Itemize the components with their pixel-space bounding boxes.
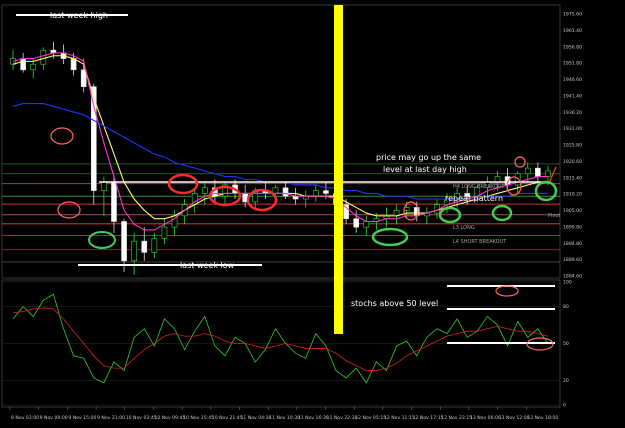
stoch-tick-label: 100 — [563, 280, 572, 286]
candle-body — [353, 218, 360, 228]
level-label-l3-long: L3 LONG — [453, 225, 475, 231]
stoch-tick-label: 80 — [563, 304, 569, 310]
candle-body — [161, 226, 168, 239]
price-tick-label: 1884.60 — [563, 274, 582, 280]
price-tick-label: 1951.80 — [563, 61, 582, 67]
time-tick-label: 10 Nov 09:45 — [154, 415, 185, 421]
candle-body — [524, 167, 531, 175]
candle-body — [363, 221, 370, 228]
time-tick-label: 8 Nov 03:00 — [11, 415, 39, 421]
annotation-price-note-2: level at last day high — [383, 165, 467, 174]
candle-body — [20, 58, 26, 71]
time-tick-label: 12 Nov 11:15 — [384, 415, 415, 421]
candle-body — [111, 181, 117, 222]
price-tick-label: 1956.80 — [563, 44, 582, 50]
chart-background — [0, 0, 625, 428]
level-label-pivot: Pivot — [548, 213, 560, 219]
time-tick-label: 11 Nov 22:30 — [327, 415, 358, 421]
candle-body — [535, 167, 541, 177]
time-tick-label: 12 Nov 17:15 — [413, 415, 444, 421]
candle-body — [151, 238, 158, 253]
time-tick-label: 11 Nov 16:30 — [298, 415, 329, 421]
time-tick-label: 13 Nov 18:00 — [527, 415, 558, 421]
annotation-repeat-pattern: repeat pattern — [445, 194, 503, 203]
annotation-stochs: stochs above 50 level — [351, 299, 438, 308]
price-tick-label: 1931.00 — [563, 126, 582, 132]
time-tick-label: 13 Nov 12:00 — [499, 415, 530, 421]
time-tick-label: 10 Nov 15:45 — [183, 415, 214, 421]
time-tick-label: 9 Nov 09:00 — [40, 415, 68, 421]
candle-body — [272, 187, 279, 194]
time-tick-label: 12 Nov 05:15 — [355, 415, 386, 421]
candle-body — [323, 190, 329, 194]
candle-body — [40, 49, 47, 65]
price-tick-label: 1889.60 — [563, 257, 582, 263]
candle-body — [121, 221, 127, 262]
time-tick-label: 13 Nov 06:00 — [470, 415, 501, 421]
candle-body — [545, 170, 551, 177]
price-tick-label: 1905.00 — [563, 208, 582, 214]
price-tick-label: 1936.20 — [563, 110, 582, 116]
annotation-price-note-1: price may go up the same — [376, 153, 481, 162]
candle-body — [141, 240, 148, 253]
candle-body — [101, 181, 107, 191]
level-label-l4-short: L4 SHORT BREAKOUT — [453, 239, 507, 245]
stoch-tick-label: 50 — [563, 341, 569, 347]
stoch-tick-label: 0 — [563, 403, 566, 409]
candle-body — [313, 190, 319, 197]
level-label-h4-long: H4 LONG BREAKOUT — [453, 184, 505, 190]
price-tick-label: 1910.20 — [563, 192, 582, 198]
time-tick-label: 12 Nov 23:15 — [441, 415, 472, 421]
time-tick-label: 9 Nov 15:00 — [68, 415, 96, 421]
price-tick-label: 1961.40 — [563, 28, 582, 34]
price-tick-label: 1920.60 — [563, 159, 582, 165]
price-tick-label: 1925.80 — [563, 143, 582, 149]
candle-body — [80, 69, 87, 87]
price-tick-label: 1915.40 — [563, 175, 582, 181]
time-tick-label: 11 Nov 04:30 — [240, 415, 271, 421]
candle-body — [70, 58, 77, 71]
price-tick-label: 1894.80 — [563, 241, 582, 247]
price-tick-label: 1941.40 — [563, 93, 582, 99]
annotation-last-week-low: last week low — [180, 261, 235, 270]
annotation-last-week-high: last week high — [50, 11, 108, 20]
candle-body — [30, 63, 37, 71]
candle-body — [201, 187, 208, 194]
stoch-tick-label: 20 — [563, 378, 569, 384]
time-tick-label: 10 Nov 21:45 — [212, 415, 243, 421]
candle-body — [131, 240, 137, 262]
price-tick-label: 1899.80 — [563, 224, 582, 230]
yellow-vertical-marker — [334, 5, 343, 334]
candle-body — [282, 187, 289, 197]
time-tick-label: 9 Nov 21:00 — [97, 415, 125, 421]
price-tick-label: 1946.60 — [563, 77, 582, 83]
time-tick-label: 10 Nov 03:45 — [126, 415, 157, 421]
time-tick-label: 11 Nov 10:30 — [269, 415, 300, 421]
price-chart[interactable]: 1975.60 1961.40 1956.80 1951.80 1946.60 1941.… — [0, 0, 625, 428]
price-tick-label: 1975.60 — [563, 12, 582, 18]
